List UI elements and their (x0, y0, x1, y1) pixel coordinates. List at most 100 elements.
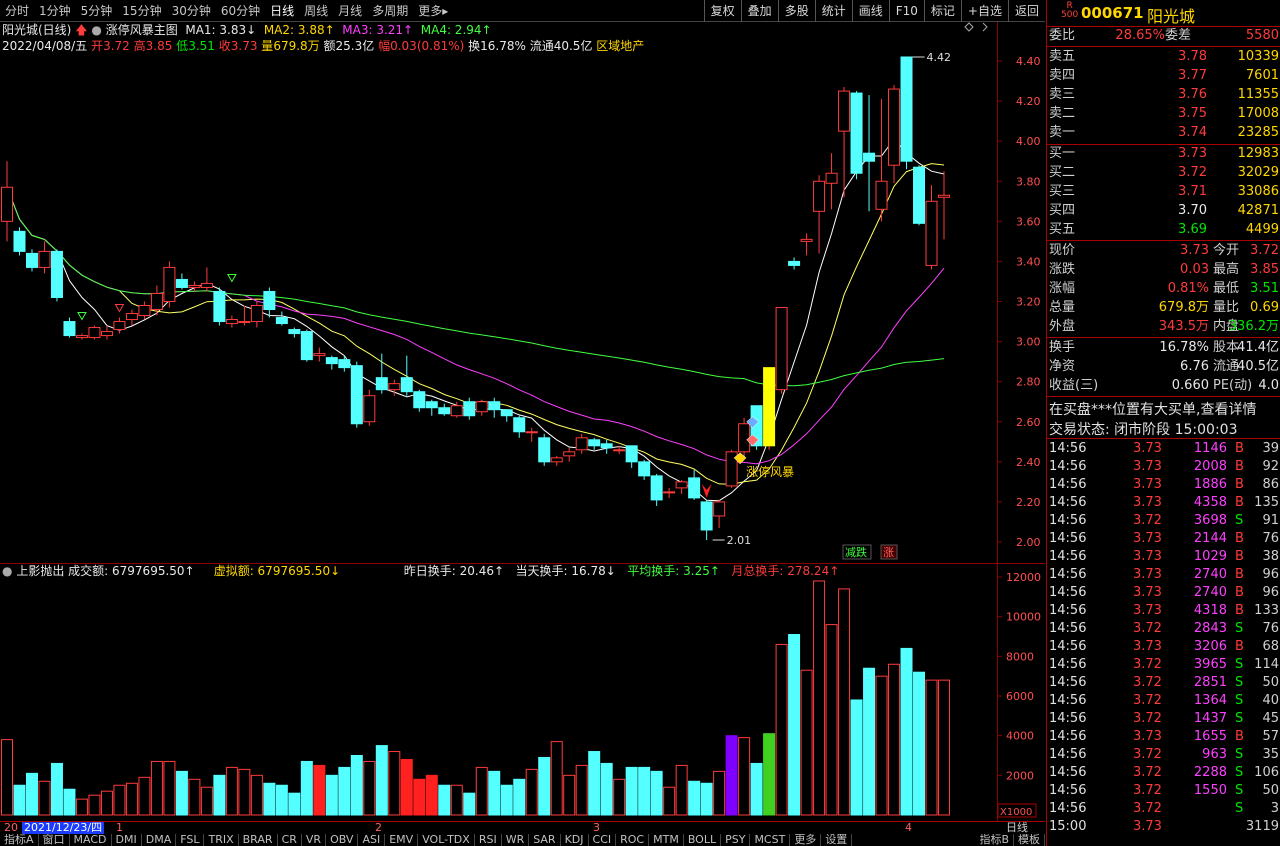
candle[interactable] (650, 475, 663, 501)
candle[interactable] (550, 457, 563, 463)
candle[interactable] (763, 367, 776, 447)
candle[interactable] (438, 407, 451, 415)
candle[interactable] (288, 329, 301, 335)
indicator-tab-0[interactable]: 指标A (0, 834, 39, 846)
indicator-tab-6[interactable]: TRIX (204, 834, 239, 846)
candle[interactable] (50, 250, 63, 298)
indicator-tab-13[interactable]: VOL-TDX (418, 834, 475, 846)
candle[interactable] (375, 377, 388, 391)
candle[interactable] (463, 401, 476, 417)
volume-bar[interactable] (563, 774, 576, 816)
period-tab-7[interactable]: 周线 (299, 0, 333, 22)
candle[interactable] (250, 305, 263, 323)
candle[interactable] (925, 200, 938, 266)
candle[interactable] (875, 180, 888, 210)
indicator-tab-9[interactable]: VR (302, 834, 327, 846)
volume-bar[interactable] (150, 760, 163, 816)
candle[interactable] (588, 439, 601, 447)
candle[interactable] (225, 319, 238, 325)
volume-bar[interactable] (588, 751, 601, 816)
candle[interactable] (638, 461, 651, 477)
volume-bar[interactable] (925, 679, 938, 816)
period-tab-9[interactable]: 多周期 (367, 0, 413, 22)
candle[interactable] (613, 449, 626, 452)
candle[interactable] (888, 88, 901, 166)
period-tab-1[interactable]: 1分钟 (34, 0, 76, 22)
volume-bar[interactable] (288, 792, 301, 816)
volume-bar[interactable] (838, 588, 851, 816)
candle[interactable] (800, 238, 813, 242)
volume-bar[interactable] (675, 764, 688, 816)
volume-bar[interactable] (325, 774, 338, 816)
volume-bar[interactable] (450, 784, 463, 816)
candle[interactable] (863, 152, 876, 162)
volume-bar[interactable] (113, 784, 126, 816)
period-tab-3[interactable]: 15分钟 (117, 0, 166, 22)
tool-button-4[interactable]: 画线 (851, 0, 889, 22)
candle[interactable] (913, 166, 926, 224)
volume-bar[interactable] (663, 786, 676, 816)
candle[interactable] (150, 292, 163, 311)
dropdown-icon[interactable]: ● (2, 564, 12, 578)
candle[interactable] (338, 359, 351, 369)
candle[interactable] (538, 437, 551, 463)
indicator-tab-12[interactable]: EMV (385, 834, 419, 846)
bid-row-2[interactable]: 买三 3.71 33086 (1047, 183, 1280, 201)
bid-row-3[interactable]: 买四 3.70 42871 (1047, 202, 1280, 220)
volume-bar[interactable] (538, 756, 551, 816)
tool-button-5[interactable]: F10 (888, 0, 924, 22)
kline-chart[interactable]: 4.40 4.20 4.00 3.80 3.60 3.40 3.20 3.00 2.80 2.60… (0, 22, 1045, 821)
candle[interactable] (413, 391, 426, 409)
volume-bar[interactable] (238, 768, 251, 816)
indicator-tab-14[interactable]: RSI (475, 834, 502, 846)
candle[interactable] (600, 443, 613, 449)
candle[interactable] (125, 313, 138, 321)
candle[interactable] (350, 365, 363, 425)
indicator-tab-5[interactable]: FSL (176, 834, 205, 846)
candle[interactable] (138, 305, 151, 317)
indicator-tab-23[interactable]: MCST (750, 834, 791, 846)
candle[interactable] (300, 331, 313, 361)
volume-bar[interactable] (650, 770, 663, 816)
candle[interactable] (775, 307, 788, 391)
volume-bar[interactable] (363, 760, 376, 816)
volume-bar[interactable] (138, 776, 151, 816)
volume-bar[interactable] (38, 780, 51, 816)
chart-option-icon[interactable] (964, 22, 974, 32)
indicator-tab-3[interactable]: DMI (112, 834, 142, 846)
indicator-tab-19[interactable]: ROC (616, 834, 650, 846)
candle[interactable] (713, 501, 726, 517)
volume-bar[interactable] (125, 782, 138, 816)
bid-row-1[interactable]: 买二 3.72 32029 (1047, 164, 1280, 182)
candle[interactable] (400, 377, 413, 393)
volume-bar[interactable] (775, 643, 788, 816)
candle[interactable] (625, 445, 638, 463)
right-tab-1[interactable]: 模板 (1014, 834, 1045, 846)
candle[interactable] (563, 451, 576, 457)
volume-bar[interactable] (175, 770, 188, 816)
volume-bar[interactable] (725, 735, 738, 816)
tool-button-0[interactable]: 复权 (703, 0, 741, 22)
volume-bar[interactable] (463, 792, 476, 816)
indicator-tab-7[interactable]: BRAR (239, 834, 278, 846)
candle[interactable] (500, 409, 513, 417)
indicator-tab-22[interactable]: PSY (721, 834, 751, 846)
volume-bar[interactable] (338, 766, 351, 816)
volume-bar[interactable] (100, 790, 113, 816)
candle[interactable] (263, 290, 276, 311)
volume-bar[interactable] (938, 679, 950, 816)
indicator-tab-20[interactable]: MTM (649, 834, 684, 846)
candle[interactable] (38, 250, 51, 268)
candle[interactable] (788, 260, 801, 266)
candle[interactable] (275, 317, 288, 325)
volume-bar[interactable] (513, 778, 526, 816)
candle[interactable] (388, 383, 401, 391)
candle[interactable] (425, 401, 438, 409)
candle[interactable] (313, 353, 326, 357)
volume-bar[interactable] (625, 766, 638, 816)
candle[interactable] (513, 417, 526, 433)
volume-bar[interactable] (225, 766, 238, 816)
candle[interactable] (13, 230, 26, 252)
candle[interactable] (450, 405, 463, 417)
candle[interactable] (1, 186, 13, 222)
